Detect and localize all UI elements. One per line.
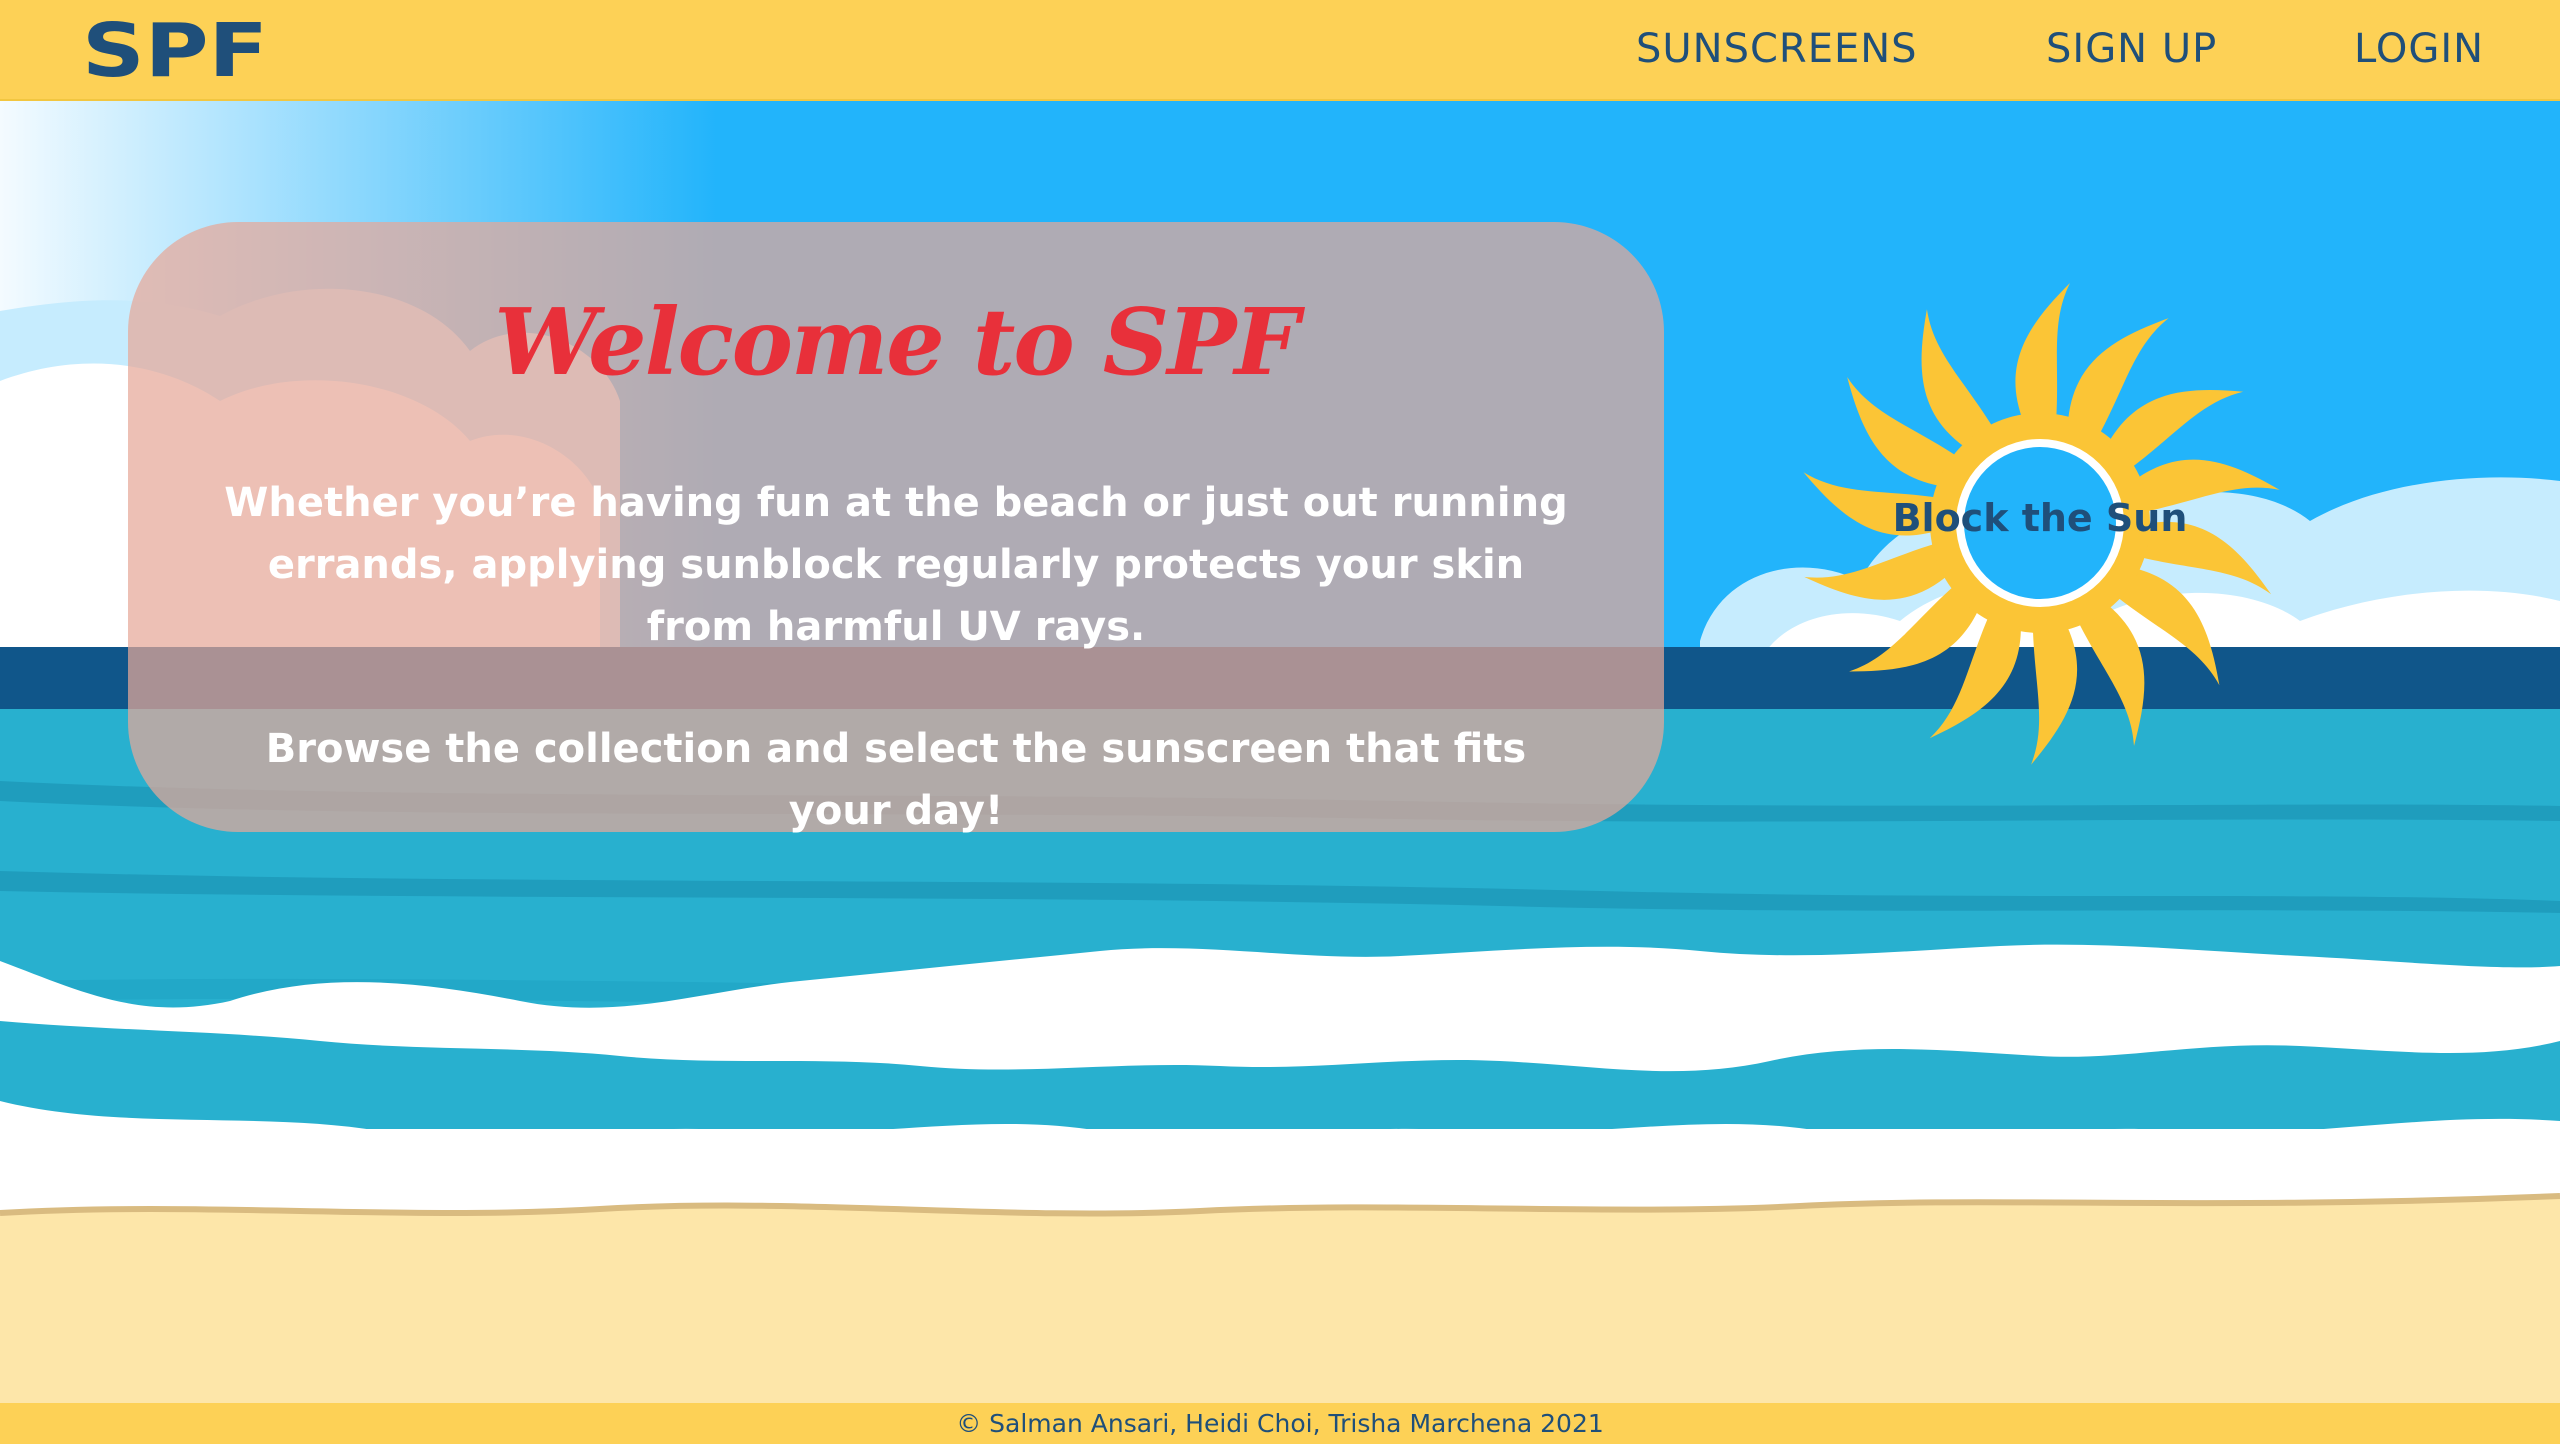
block-the-sun-button[interactable]: Block the Sun: [1740, 218, 2340, 828]
beach-hero: Welcome to SPF Whether you’re having fun…: [0, 101, 2560, 1403]
footer: © Salman Ansari, Heidi Choi, Trisha Marc…: [0, 1403, 2560, 1444]
navbar: SPF SUNSCREENS SIGN UP LOGIN: [0, 0, 2560, 101]
footer-copyright: © Salman Ansari, Heidi Choi, Trisha Marc…: [956, 1409, 1604, 1438]
nav-link-signup[interactable]: SIGN UP: [2046, 26, 2217, 72]
welcome-cta-text: Browse the collection and select the sun…: [265, 726, 1527, 834]
welcome-description: Whether you’re having fun at the beach o…: [224, 480, 1568, 650]
spf-logo[interactable]: SPF: [82, 14, 272, 86]
nav-link-sunscreens[interactable]: SUNSCREENS: [1636, 26, 1918, 72]
welcome-panel: Welcome to SPF Whether you’re having fun…: [128, 222, 1664, 834]
svg-text:SPF: SPF: [82, 14, 268, 86]
sun-button-label[interactable]: Block the Sun: [1740, 496, 2340, 540]
welcome-title: Welcome to SPF: [494, 288, 1299, 396]
nav-link-login[interactable]: LOGIN: [2354, 26, 2484, 72]
